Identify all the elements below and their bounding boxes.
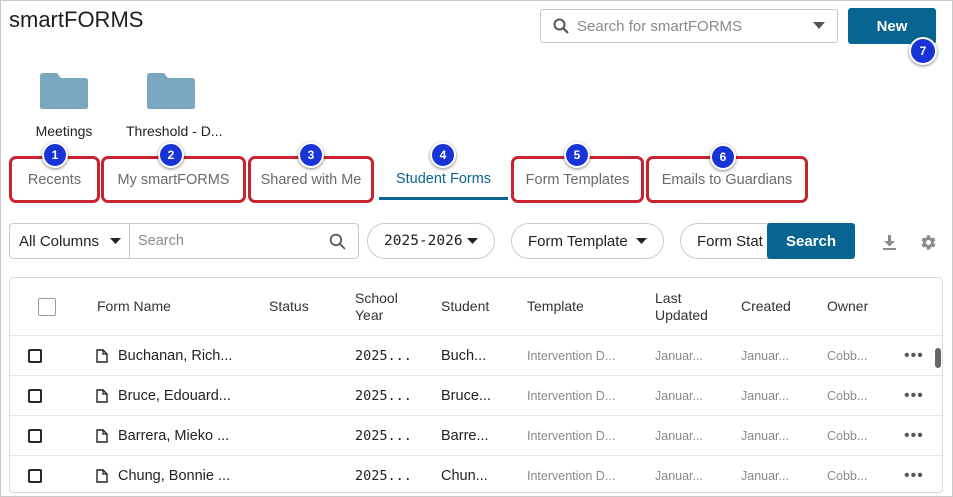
header-status[interactable]: Status	[269, 298, 309, 315]
row-student: Buch...	[441, 348, 487, 364]
forms-table: Form Name Status School Year Student Tem…	[9, 277, 943, 493]
header-template[interactable]: Template	[527, 298, 584, 315]
row-owner: Cobb...	[827, 469, 868, 483]
header-last-updated-line1: Last	[655, 290, 682, 306]
header-student[interactable]: Student	[441, 298, 489, 315]
table-row[interactable]: Bruce, Edouard... 2025... Bruce... Inter…	[10, 375, 942, 416]
search-icon	[553, 18, 569, 34]
table-row[interactable]: Chung, Bonnie ... 2025... Chun... Interv…	[10, 455, 942, 492]
row-created: Januar...	[741, 349, 789, 363]
header-owner[interactable]: Owner	[827, 298, 868, 315]
row-form-name[interactable]: Chung, Bonnie ...	[118, 456, 230, 492]
callout-badge-7: 7	[909, 37, 937, 65]
callout-badge-2: 2	[158, 142, 184, 168]
header-last-updated-line2: Updated	[655, 307, 708, 323]
folder-icon	[147, 73, 195, 109]
header-school-year-line2: Year	[355, 307, 384, 323]
folder-icon	[40, 73, 88, 109]
column-select[interactable]: All Columns	[9, 223, 130, 259]
row-template: Intervention D...	[527, 389, 616, 403]
row-created: Januar...	[741, 429, 789, 443]
search-button[interactable]: Search	[767, 223, 855, 259]
row-template: Intervention D...	[527, 429, 616, 443]
table-row[interactable]: Buchanan, Rich... 2025... Buch... Interv…	[10, 335, 942, 376]
file-icon	[96, 456, 108, 492]
form-status-filter[interactable]: Form Stat	[680, 223, 770, 259]
callout-badge-3: 3	[298, 142, 324, 168]
callout-badge-6: 6	[710, 144, 736, 170]
row-created: Januar...	[741, 389, 789, 403]
file-icon	[96, 416, 108, 456]
file-icon	[96, 336, 108, 376]
callout-badge-1: 1	[42, 142, 68, 168]
chevron-down-icon	[467, 237, 478, 244]
row-form-name[interactable]: Barrera, Mieko ...	[118, 416, 229, 456]
row-checkbox[interactable]	[28, 469, 42, 483]
row-checkbox[interactable]	[28, 349, 42, 363]
search-icon[interactable]	[329, 233, 346, 250]
download-icon[interactable]	[882, 234, 897, 250]
folder-threshold[interactable]: Threshold - D...	[126, 72, 223, 139]
header-school-year[interactable]: School Year	[355, 290, 398, 324]
callout-badge-4: 4	[430, 142, 456, 168]
row-school-year: 2025...	[355, 348, 412, 364]
chevron-down-icon[interactable]	[813, 22, 825, 30]
select-all-checkbox[interactable]	[38, 298, 56, 316]
row-template: Intervention D...	[527, 469, 616, 483]
header-created[interactable]: Created	[741, 298, 791, 315]
smartforms-search[interactable]: Search for smartFORMS	[540, 9, 838, 43]
more-options-icon[interactable]: •••	[904, 456, 924, 492]
row-school-year: 2025...	[355, 388, 412, 404]
row-template: Intervention D...	[527, 349, 616, 363]
folder-label: Meetings	[35, 123, 93, 139]
header-school-year-line1: School	[355, 290, 398, 306]
row-form-name[interactable]: Buchanan, Rich...	[118, 336, 232, 376]
row-checkbox[interactable]	[28, 389, 42, 403]
file-icon	[96, 376, 108, 416]
row-last-updated: Januar...	[655, 349, 703, 363]
search-placeholder: Search for smartFORMS	[577, 17, 743, 35]
header-form-name[interactable]: Form Name	[97, 298, 171, 315]
form-template-filter-label: Form Template	[528, 232, 628, 250]
row-form-name[interactable]: Bruce, Edouard...	[118, 376, 231, 416]
more-options-icon[interactable]: •••	[904, 416, 924, 456]
row-checkbox[interactable]	[28, 429, 42, 443]
row-last-updated: Januar...	[655, 429, 703, 443]
chevron-down-icon	[110, 237, 121, 244]
gear-icon[interactable]	[920, 234, 937, 251]
year-filter-value: 2025-2026	[384, 233, 463, 249]
row-student: Bruce...	[441, 388, 491, 404]
table-row[interactable]: Barrera, Mieko ... 2025... Barre... Inte…	[10, 415, 942, 456]
callout-badge-5: 5	[564, 142, 590, 168]
chevron-down-icon	[636, 237, 647, 244]
row-school-year: 2025...	[355, 468, 412, 484]
table-search-input[interactable]: Search	[129, 223, 359, 259]
table-search-placeholder: Search	[138, 233, 184, 249]
form-template-filter[interactable]: Form Template	[511, 223, 664, 259]
more-options-icon[interactable]: •••	[904, 336, 924, 376]
folder-meetings[interactable]: Meetings	[19, 72, 109, 139]
header-last-updated[interactable]: Last Updated	[655, 290, 708, 324]
year-filter[interactable]: 2025-2026	[367, 223, 495, 259]
row-student: Chun...	[441, 468, 488, 484]
row-owner: Cobb...	[827, 389, 868, 403]
row-student: Barre...	[441, 428, 489, 444]
table-header: Form Name Status School Year Student Tem…	[10, 278, 942, 334]
row-owner: Cobb...	[827, 429, 868, 443]
column-select-value: All Columns	[19, 232, 100, 250]
folder-label: Threshold - D...	[126, 123, 223, 139]
table-scrollbar[interactable]	[935, 348, 941, 368]
row-last-updated: Januar...	[655, 469, 703, 483]
row-last-updated: Januar...	[655, 389, 703, 403]
app-title: smartFORMS	[9, 7, 144, 32]
row-school-year: 2025...	[355, 428, 412, 444]
form-status-filter-label: Form Stat	[697, 232, 763, 250]
more-options-icon[interactable]: •••	[904, 376, 924, 416]
row-created: Januar...	[741, 469, 789, 483]
row-owner: Cobb...	[827, 349, 868, 363]
